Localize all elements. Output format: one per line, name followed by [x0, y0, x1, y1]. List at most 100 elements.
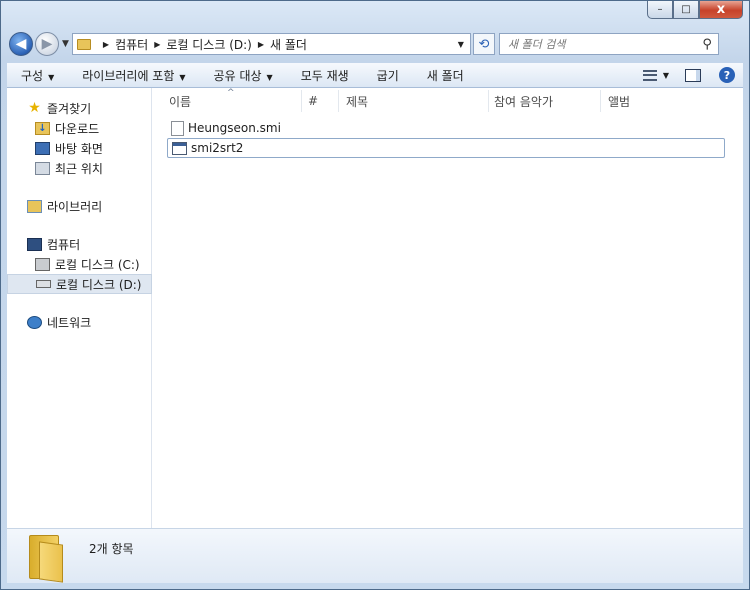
chevron-down-icon: ▼ — [179, 72, 186, 82]
network-icon — [27, 315, 42, 329]
minimize-button[interactable]: – — [647, 1, 673, 19]
play-all-label: 모두 재생 — [300, 68, 349, 83]
column-label: 앨범 — [608, 94, 631, 109]
sort-ascending-icon: ^ — [227, 88, 235, 98]
item-count: 2개 항목 — [89, 542, 134, 556]
file-name: smi2srt2 — [191, 141, 244, 155]
sidebar-item-local-disk-c[interactable]: 로컬 디스크 (C:) — [7, 254, 151, 274]
folder-icon — [76, 38, 91, 50]
computer-icon — [27, 237, 42, 251]
view-controls: ▼ ? — [642, 67, 743, 83]
play-all-button[interactable]: 모두 재생 — [287, 67, 363, 84]
help-icon[interactable]: ? — [719, 67, 735, 83]
favorites-group: ★ 즐겨찾기 ↓ 다운로드 바탕 화면 최근 위치 — [7, 98, 151, 178]
recent-pages-dropdown-icon[interactable]: ▼ — [62, 39, 69, 49]
chevron-right-icon[interactable]: ▶ — [103, 40, 109, 49]
sidebar-item-local-disk-d[interactable]: 로컬 디스크 (D:) — [7, 274, 152, 294]
new-folder-label: 새 폴더 — [426, 68, 464, 83]
application-icon — [172, 141, 187, 155]
include-in-library-label: 라이브러리에 포함 — [82, 68, 175, 83]
sidebar-item-downloads[interactable]: ↓ 다운로드 — [7, 118, 151, 138]
computer-group: 컴퓨터 로컬 디스크 (C:) 로컬 디스크 (D:) — [7, 234, 152, 294]
organize-button[interactable]: 구성 ▼ — [7, 67, 68, 84]
refresh-button[interactable]: ⟲ — [472, 33, 495, 55]
organize-label: 구성 — [21, 68, 44, 83]
search-input[interactable] — [505, 36, 703, 52]
file-row[interactable]: smi2srt2 — [167, 138, 725, 158]
downloads-folder-icon: ↓ — [35, 121, 50, 135]
column-label: 참여 음악가 — [494, 94, 554, 109]
caption-buttons: – □ x — [647, 1, 743, 19]
sidebar-item-label: 로컬 디스크 (C:) — [55, 257, 140, 272]
chevron-down-icon[interactable]: ▼ — [663, 71, 669, 80]
column-header-name[interactable]: 이름 ^ — [152, 88, 302, 112]
sidebar-item-computer[interactable]: 컴퓨터 — [7, 234, 151, 254]
navigation-pane[interactable]: ★ 즐겨찾기 ↓ 다운로드 바탕 화면 최근 위치 라이브러리 컴퓨터 로컬 디스크… — [7, 88, 152, 529]
forward-arrow-icon: ▶ — [41, 36, 53, 52]
sidebar-item-label: 로컬 디스크 (D:) — [56, 277, 142, 292]
star-icon: ★ — [28, 100, 41, 116]
forward-button[interactable]: ▶ — [35, 32, 59, 56]
new-folder-button[interactable]: 새 폴더 — [413, 67, 478, 84]
command-bar: 구성 ▼ 라이브러리에 포함 ▼ 공유 대상 ▼ 모두 재생 굽기 새 폴더 ▼ ? — [7, 63, 743, 88]
sidebar-item-recent-places[interactable]: 최근 위치 — [7, 158, 151, 178]
content-area: ★ 즐겨찾기 ↓ 다운로드 바탕 화면 최근 위치 라이브러리 컴퓨터 로컬 디스크… — [7, 88, 743, 529]
column-header-contributing-artists[interactable]: 참여 음악가 — [489, 90, 601, 112]
file-row[interactable]: Heungseon.smi — [167, 118, 281, 138]
address-dropdown-icon[interactable]: ▼ — [458, 40, 464, 49]
column-label: 제목 — [346, 94, 369, 109]
sidebar-item-label: 바탕 화면 — [55, 141, 103, 156]
column-header-number[interactable]: # — [302, 90, 339, 112]
minimize-icon: – — [657, 3, 663, 15]
sidebar-item-label: 즐겨찾기 — [47, 101, 92, 116]
back-arrow-icon: ◀ — [15, 36, 27, 52]
document-icon — [171, 120, 184, 136]
close-button[interactable]: x — [699, 1, 743, 19]
column-label: 이름 — [169, 94, 192, 109]
system-drive-icon — [35, 257, 50, 271]
file-name: Heungseon.smi — [188, 121, 281, 135]
maximize-icon: □ — [681, 3, 691, 15]
chevron-down-icon: ▼ — [266, 72, 273, 82]
folder-icon — [27, 535, 65, 583]
chevron-right-icon[interactable]: ▶ — [258, 40, 264, 49]
maximize-button[interactable]: □ — [673, 1, 699, 19]
preview-pane-icon[interactable] — [685, 68, 701, 82]
file-list[interactable]: 이름 ^ # 제목 참여 음악가 앨범 Heungseon.smi smi2srt… — [152, 88, 743, 529]
burn-button[interactable]: 굽기 — [363, 67, 413, 84]
search-icon[interactable]: ⚲ — [702, 37, 712, 52]
sidebar-item-favorites[interactable]: ★ 즐겨찾기 — [7, 98, 151, 118]
recent-places-icon — [35, 161, 50, 175]
column-header-row: 이름 ^ # 제목 참여 음악가 앨범 — [152, 88, 743, 113]
address-bar[interactable]: ▶ 컴퓨터 ▶ 로컬 디스크 (D:) ▶ 새 폴더 ▼ — [71, 33, 471, 55]
sidebar-item-libraries[interactable]: 라이브러리 — [7, 196, 151, 216]
details-pane: 2개 항목 — [7, 528, 743, 583]
refresh-icon: ⟲ — [478, 36, 490, 52]
column-header-album[interactable]: 앨범 — [601, 90, 721, 112]
share-with-button[interactable]: 공유 대상 ▼ — [200, 67, 287, 84]
back-button[interactable]: ◀ — [9, 32, 33, 56]
breadcrumb-new-folder[interactable]: 새 폴더 — [270, 36, 307, 53]
library-icon — [27, 199, 42, 213]
include-in-library-button[interactable]: 라이브러리에 포함 ▼ — [68, 67, 199, 84]
sidebar-item-desktop[interactable]: 바탕 화면 — [7, 138, 151, 158]
sidebar-item-network[interactable]: 네트워크 — [7, 312, 151, 332]
column-label: # — [308, 94, 319, 108]
column-header-title[interactable]: 제목 — [339, 90, 489, 112]
breadcrumb-computer[interactable]: 컴퓨터 — [115, 36, 148, 53]
sidebar-item-label: 최근 위치 — [55, 161, 103, 176]
breadcrumb-local-disk-d[interactable]: 로컬 디스크 (D:) — [166, 36, 251, 53]
change-view-icon[interactable] — [642, 69, 657, 81]
close-icon: x — [716, 2, 726, 17]
search-box[interactable]: ⚲ — [498, 33, 719, 55]
network-group: 네트워크 — [7, 312, 151, 332]
libraries-group: 라이브러리 — [7, 196, 151, 216]
burn-label: 굽기 — [376, 68, 399, 83]
share-with-label: 공유 대상 — [213, 68, 262, 83]
explorer-window: – □ x ◀ ▶ ▼ ▶ 컴퓨터 ▶ 로컬 디스크 (D:) ▶ 새 폴더 ▼… — [0, 0, 750, 590]
sidebar-item-label: 컴퓨터 — [47, 237, 81, 252]
chevron-right-icon[interactable]: ▶ — [154, 40, 160, 49]
sidebar-item-label: 다운로드 — [55, 121, 100, 136]
desktop-icon — [35, 141, 50, 155]
drive-icon — [36, 280, 51, 288]
